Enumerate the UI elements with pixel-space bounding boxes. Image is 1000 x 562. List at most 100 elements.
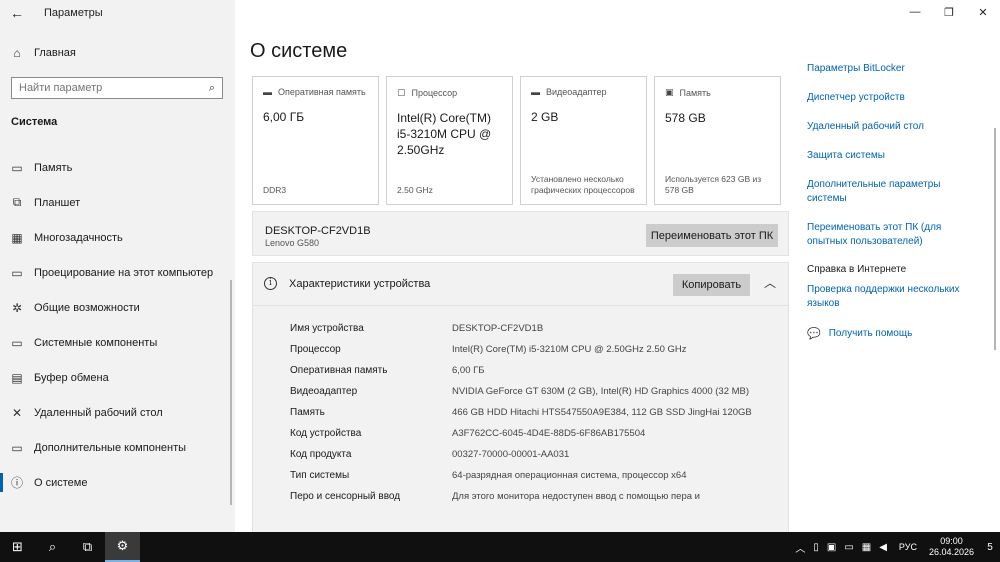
- nav-item-about[interactable]: ⓘ О системе: [0, 465, 235, 500]
- nav-home-label: Главная: [34, 47, 76, 59]
- link-advanced-system-settings[interactable]: Дополнительные параметры системы: [807, 178, 977, 206]
- maximize-icon: ❐: [944, 6, 954, 19]
- search-box[interactable]: ⌕: [11, 77, 223, 99]
- card-value: 2 GB: [531, 110, 559, 124]
- link-system-protection[interactable]: Защита системы: [807, 149, 977, 163]
- link-rename-pc-advanced[interactable]: Переименовать этот ПК (для опытных польз…: [807, 221, 977, 249]
- spec-value: Intel(R) Core(TM) i5-3210M CPU @ 2.50GHz…: [452, 344, 687, 355]
- window-controls: — ❐ ✕: [898, 0, 1000, 24]
- card-title: Процессор: [411, 87, 458, 98]
- chevron-up-icon[interactable]: ︿: [795, 540, 805, 555]
- nav-item-storage[interactable]: ▭ Память: [0, 150, 235, 185]
- nav-item-multitasking[interactable]: ▦ Многозадачность: [0, 220, 235, 255]
- nav-item-remote-desktop[interactable]: ✕ Удаленный рабочий стол: [0, 395, 235, 430]
- gpu-icon: ▬: [531, 87, 540, 97]
- titlebar-left: ← Параметры: [0, 0, 235, 26]
- nav-list: ▭ Память ⧉ Планшет ▦ Многозадачность ▭ П…: [0, 150, 235, 500]
- spec-value: 64-разрядная операционная система, проце…: [452, 470, 687, 481]
- search-icon[interactable]: ⌕: [202, 82, 222, 95]
- storage-icon: ▣: [665, 87, 674, 97]
- link-device-manager[interactable]: Диспетчер устройств: [807, 91, 977, 105]
- main-scrollbar[interactable]: [994, 128, 996, 350]
- usb-icon[interactable]: ▯: [813, 542, 819, 553]
- link-bitlocker[interactable]: Параметры BitLocker: [807, 62, 977, 76]
- nav-item-clipboard[interactable]: ▤ Буфер обмена: [0, 360, 235, 395]
- taskbar-settings-app[interactable]: ⚙: [105, 532, 140, 562]
- help-heading: Справка в Интернете: [807, 264, 907, 275]
- notification-center-button[interactable]: 5: [980, 532, 1000, 562]
- minimize-button[interactable]: —: [898, 0, 932, 24]
- network-icon[interactable]: ▦: [862, 542, 871, 553]
- spec-label: Перо и сенсорный ввод: [290, 491, 401, 502]
- battery-icon[interactable]: ▭: [844, 542, 853, 553]
- clock[interactable]: 09:00 26.04.2026: [929, 536, 974, 558]
- card-footer: DDR3: [263, 185, 287, 195]
- volume-icon[interactable]: ◀: [879, 542, 887, 553]
- card-footer: Установлено несколько графических процес…: [531, 174, 635, 195]
- spec-label: Тип системы: [290, 470, 350, 481]
- task-view-button[interactable]: ⧉: [70, 532, 105, 562]
- minimize-icon: —: [909, 6, 921, 18]
- spec-row: Код устройства A3F762CC-6045-4D4E-88D5-6F…: [290, 426, 760, 441]
- system-tray: ︿ ▯ ▣ ▭ ▦ ◀ РУС 09:00 26.04.2026 5: [791, 532, 1000, 562]
- spec-row: Процессор Intel(R) Core(TM) i5-3210M CPU …: [290, 342, 760, 357]
- home-icon: ⌂: [13, 46, 21, 60]
- taskbar: ⊞ ⌕ ⧉ ⚙ ︿ ▯ ▣ ▭ ▦ ◀ РУС 09:00 26.04.2026…: [0, 532, 1000, 562]
- maximize-button[interactable]: ❐: [932, 0, 966, 24]
- card-footer: Используется 623 GB из 578 GB: [665, 174, 762, 195]
- sidebar: ← Параметры ⌂ Главная ⌕ Система ▭ Память…: [0, 0, 235, 532]
- spec-value: A3F762CC-6045-4D4E-88D5-6F86AB175504: [452, 428, 646, 439]
- back-button[interactable]: ←: [0, 0, 34, 26]
- card-value: 578 GB: [665, 111, 706, 125]
- specs-header[interactable]: i Характеристики устройства Копировать ︿: [253, 263, 788, 306]
- get-help-row[interactable]: 💬 Получить помощь: [807, 327, 977, 340]
- nav-item-system-components[interactable]: ▭ Системные компоненты: [0, 325, 235, 360]
- info-icon: i: [264, 277, 277, 290]
- nav-item-tablet[interactable]: ⧉ Планшет: [0, 185, 235, 220]
- task-view-icon: ⧉: [82, 539, 93, 554]
- spec-row: Оперативная память 6,00 ГБ: [290, 363, 760, 378]
- nav-item-label: Буфер обмена: [34, 371, 109, 384]
- link-remote-desktop[interactable]: Удаленный рабочий стол: [807, 120, 977, 134]
- nav-item-projecting[interactable]: ▭ Проецирование на этот компьютер: [0, 255, 235, 290]
- device-model: Lenovo G580: [265, 238, 320, 248]
- nav-item-label: Общие возможности: [34, 301, 140, 314]
- search-input[interactable]: [19, 82, 202, 94]
- input-language[interactable]: РУС: [899, 542, 917, 552]
- projector-icon: ▭: [11, 265, 23, 280]
- nav-item-label: Память: [34, 161, 73, 174]
- copy-button[interactable]: Копировать: [673, 274, 750, 296]
- notification-count: 5: [987, 541, 993, 553]
- sidebar-scrollbar[interactable]: [230, 280, 232, 505]
- specs-title: Характеристики устройства: [289, 278, 431, 290]
- nav-item-label: Проецирование на этот компьютер: [34, 266, 214, 279]
- nav-item-optional-features[interactable]: ▭ Дополнительные компоненты: [0, 430, 235, 465]
- spec-value: 00327-70000-00001-AA031: [452, 449, 570, 460]
- get-help-link[interactable]: Получить помощь: [829, 328, 913, 339]
- shared-icon: ✲: [11, 300, 23, 315]
- nav-item-label: Дополнительные компоненты: [34, 441, 187, 454]
- card-cpu: ▢ Процессор Intel(R) Core(TM) i5-3210M CP…: [386, 76, 513, 205]
- spec-value: 466 GB HDD Hitachi HTS547550A9E384, 112 …: [452, 407, 752, 418]
- main-content: — ❐ ✕ О системе ▬ Оперативная память 6,00…: [235, 0, 1000, 532]
- nav-home[interactable]: ⌂ Главная: [0, 42, 235, 64]
- spec-row: Видеоадаптер NVIDIA GeForce GT 630M (2 GB…: [290, 384, 760, 399]
- rename-pc-button[interactable]: Переименовать этот ПК: [646, 224, 778, 247]
- start-button[interactable]: ⊞: [0, 532, 35, 562]
- spec-label: Имя устройства: [290, 323, 364, 334]
- chevron-up-icon[interactable]: ︿: [764, 274, 776, 291]
- taskbar-search-button[interactable]: ⌕: [35, 532, 70, 562]
- security-icon[interactable]: ▣: [827, 542, 836, 553]
- link-language-support[interactable]: Проверка поддержки нескольких языков: [807, 283, 977, 311]
- nav-item-shared-experiences[interactable]: ✲ Общие возможности: [0, 290, 235, 325]
- card-storage: ▣ Память 578 GB Используется 623 GB из 57…: [654, 76, 781, 205]
- card-title: Видеоадаптер: [546, 87, 607, 97]
- spec-value: 6,00 ГБ: [452, 365, 485, 376]
- device-name: DESKTOP-CF2VD1B: [265, 225, 371, 237]
- optional-features-icon: ▭: [11, 440, 23, 455]
- chat-help-icon: 💬: [807, 328, 821, 340]
- nav-item-label: Многозадачность: [34, 231, 123, 244]
- spec-row: Перо и сенсорный ввод Для этого монитора …: [290, 489, 760, 504]
- close-button[interactable]: ✕: [966, 0, 1000, 24]
- app-title: Параметры: [44, 7, 103, 19]
